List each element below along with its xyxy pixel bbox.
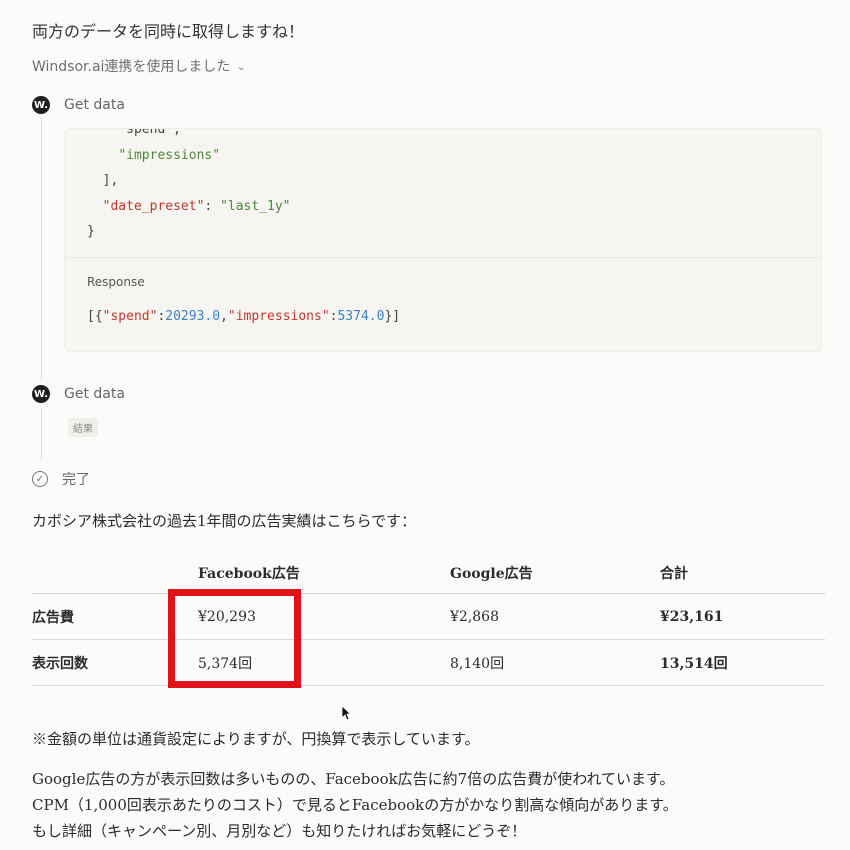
- row-label: 表示回数: [32, 639, 166, 686]
- table-header: 合計: [660, 553, 825, 594]
- windsor-logo-icon: W.: [32, 96, 50, 114]
- analysis-line: Google広告の方が表示回数は多いものの、Facebook広告に約7倍の広告費…: [32, 770, 675, 788]
- table-header: Facebook広告: [166, 553, 450, 594]
- step-label: Get data: [64, 386, 125, 402]
- google-cell: ¥2,868: [450, 593, 660, 640]
- code-string: "last_1y": [220, 198, 291, 214]
- windsor-logo-icon: W.: [32, 385, 50, 403]
- divider: [65, 257, 821, 258]
- step-get-data-2[interactable]: W. Get data: [32, 385, 125, 403]
- highlight-annotation-box: [168, 589, 301, 688]
- code-line: "spend",: [87, 128, 181, 137]
- step-label: 完了: [62, 472, 90, 488]
- step-label: Get data: [64, 97, 125, 113]
- timeline-connector: [41, 118, 42, 380]
- response-value: [{"spend":20293.0,"impressions":5374.0}]: [87, 309, 401, 324]
- total-cell: 13,514回: [660, 639, 825, 686]
- results-table: Facebook広告 Google広告 合計 広告費 ¥20,293 ¥2,86…: [32, 553, 825, 686]
- analysis-text: Google広告の方が表示回数は多いものの、Facebook広告に約7倍の広告費…: [32, 766, 832, 844]
- table-row: 表示回数 5,374回 8,140回 13,514回: [32, 639, 825, 686]
- tool-call-card: "spend", "impressions" ], "date_preset":…: [64, 128, 822, 352]
- result-badge[interactable]: 結果: [68, 418, 98, 437]
- analysis-line: もし詳細（キャンペーン別、月別など）も知りたければお気軽にどうぞ！: [32, 822, 527, 840]
- total-cell: ¥23,161: [660, 593, 825, 640]
- summary-intro: カボシア株式会社の過去1年間の広告実績はこちらです：: [32, 512, 417, 530]
- code-line: }: [87, 224, 95, 239]
- step-complete: ✓ 完了: [32, 469, 90, 489]
- table-header: [32, 553, 166, 594]
- mouse-cursor-icon: [341, 705, 351, 721]
- integration-label: Windsor.ai連携を使用しました: [32, 59, 231, 75]
- currency-note: ※金額の単位は通貨設定によりますが、円換算で表示しています。: [32, 730, 480, 748]
- intro-text: 両方のデータを同時に取得しますね！: [32, 22, 305, 41]
- google-cell: 8,140回: [450, 639, 660, 686]
- check-circle-icon: ✓: [32, 471, 48, 487]
- code-key: "date_preset": [102, 198, 205, 214]
- table-header: Google広告: [450, 553, 660, 594]
- code-line: ],: [87, 173, 119, 188]
- request-code: "spend", "impressions" ], "date_preset":…: [87, 128, 291, 245]
- row-label: 広告費: [32, 593, 166, 640]
- table-row: 広告費 ¥20,293 ¥2,868 ¥23,161: [32, 593, 825, 640]
- timeline-connector: [41, 408, 42, 460]
- chevron-down-icon: ⌄: [236, 59, 246, 73]
- integration-toggle[interactable]: Windsor.ai連携を使用しました ⌄: [32, 56, 246, 76]
- analysis-line: CPM（1,000回表示あたりのコスト）で見るとFacebookの方がかなり割高…: [32, 796, 678, 814]
- response-label: Response: [87, 275, 145, 289]
- code-string: "impressions": [118, 147, 221, 163]
- table-header-row: Facebook広告 Google広告 合計: [32, 553, 825, 594]
- step-get-data-1[interactable]: W. Get data: [32, 96, 125, 114]
